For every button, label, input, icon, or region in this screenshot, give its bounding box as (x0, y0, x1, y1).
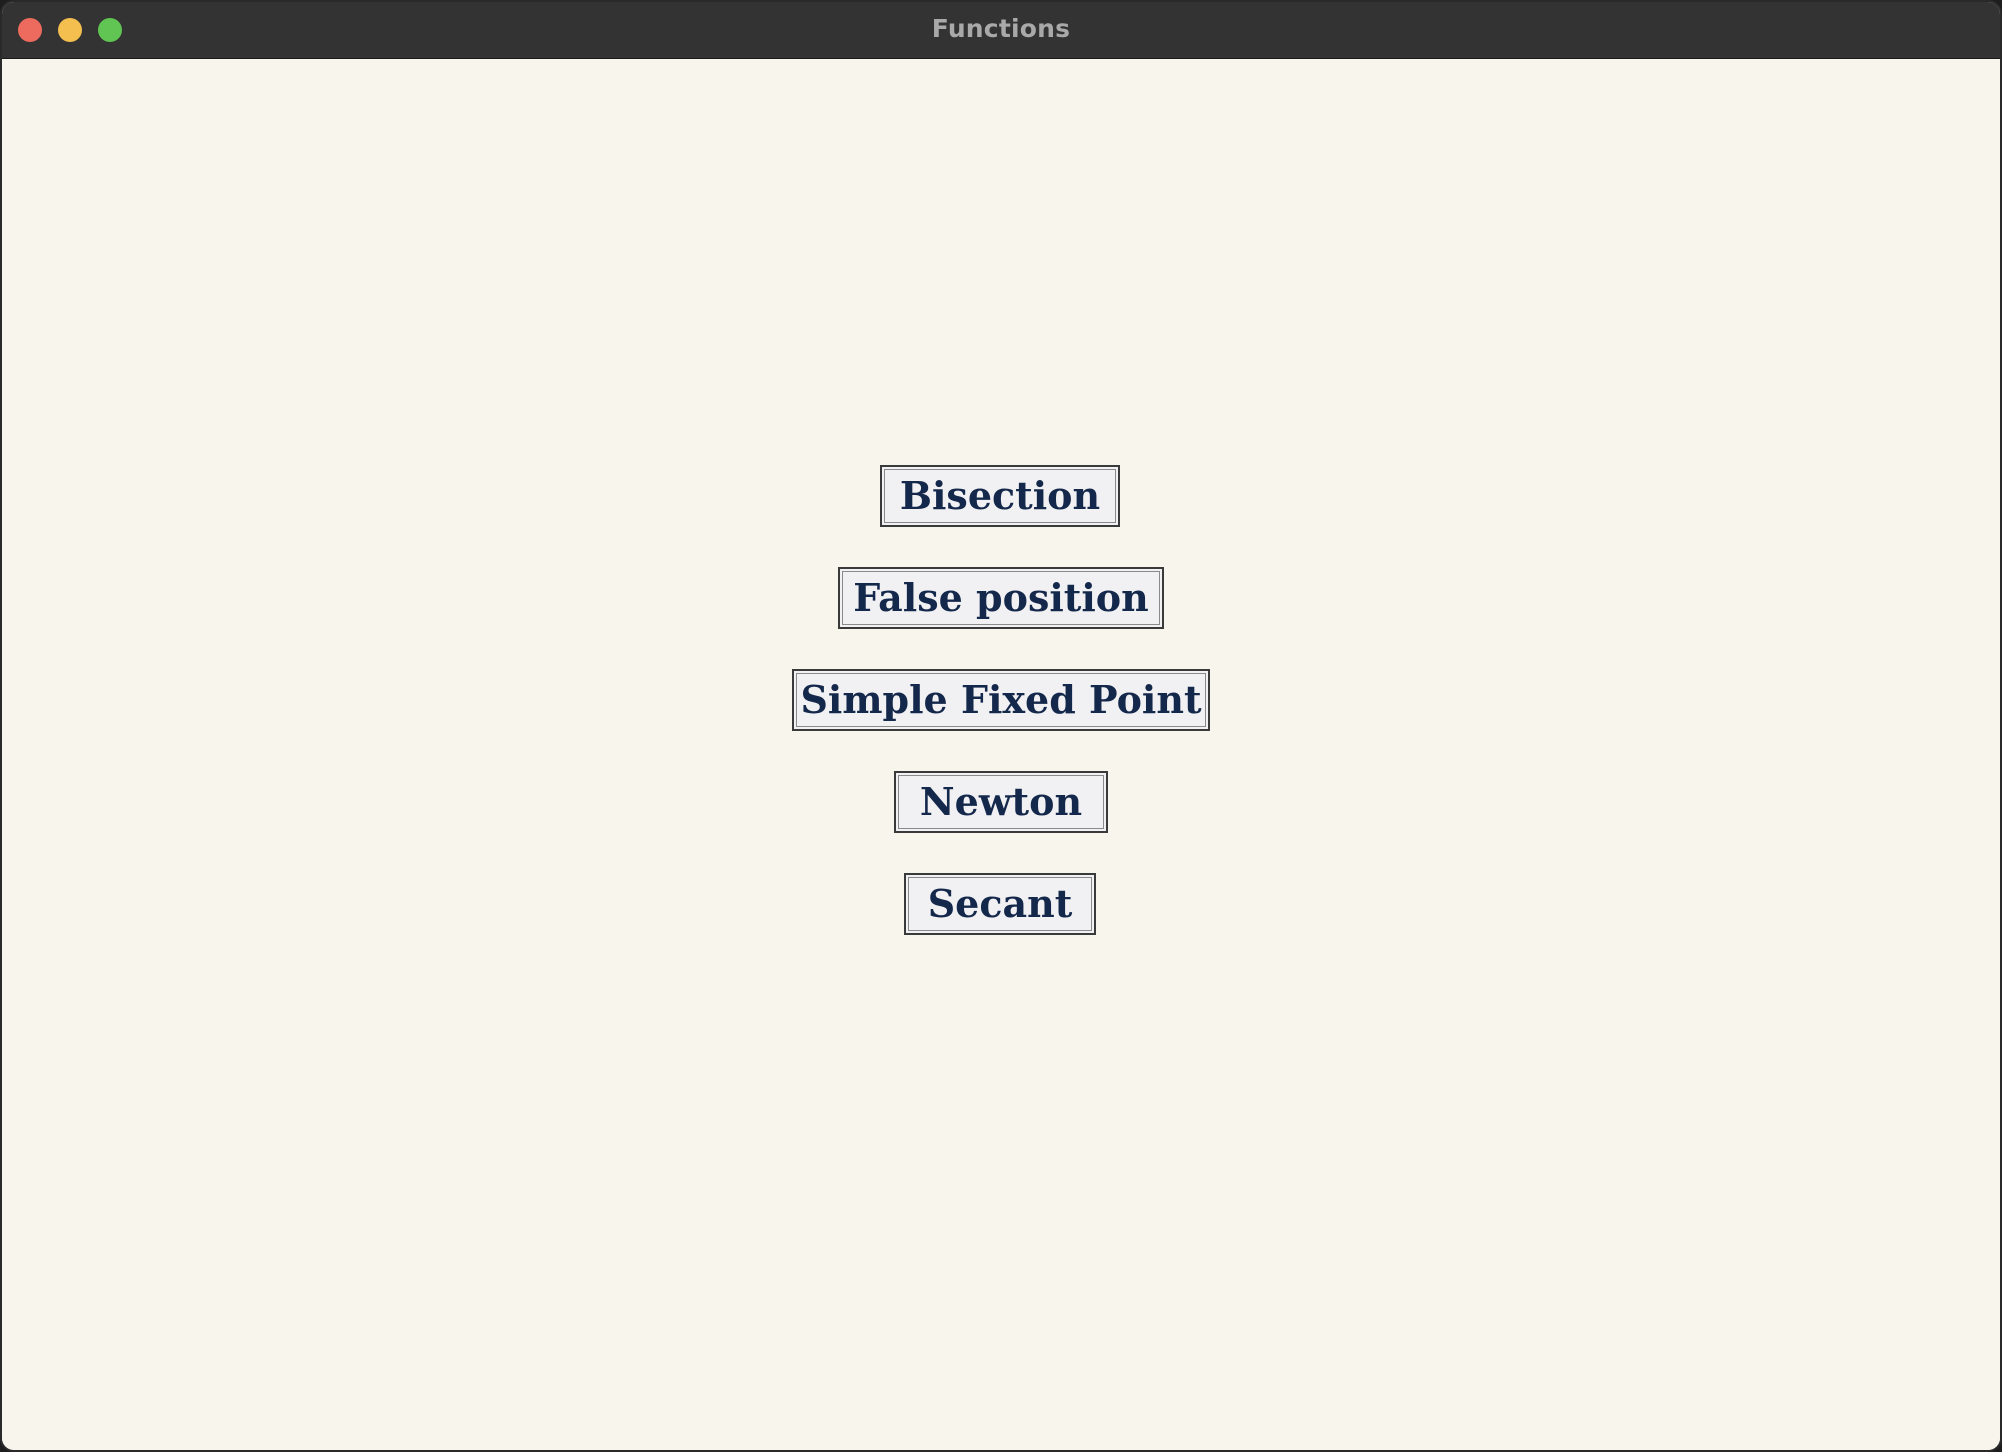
simple-fixed-point-button[interactable]: Simple Fixed Point (792, 669, 1210, 731)
secant-button[interactable]: Secant (904, 873, 1096, 935)
main-content (2, 59, 2000, 1450)
title-bar[interactable]: Functions (2, 2, 2000, 59)
app-window: Functions Bisection False position Simpl… (0, 0, 2002, 1452)
bisection-button[interactable]: Bisection (880, 465, 1120, 527)
window-title: Functions (931, 14, 1071, 43)
false-position-button[interactable]: False position (838, 567, 1164, 629)
newton-button[interactable]: Newton (894, 771, 1108, 833)
